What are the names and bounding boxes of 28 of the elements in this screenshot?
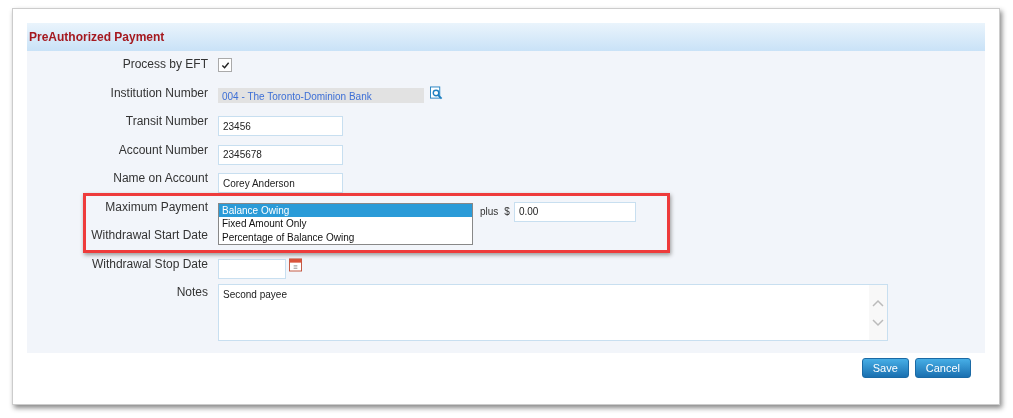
- currency-label: $: [504, 205, 510, 217]
- institution-field: 004 - The Toronto-Dominion Bank: [218, 87, 424, 103]
- plus-label: plus: [480, 205, 499, 217]
- notes-text: Second payee: [222, 288, 287, 302]
- text-field[interactable]: 23456: [218, 116, 343, 136]
- dropdown-option[interactable]: Fixed Amount Only: [219, 217, 472, 231]
- dropdown-option[interactable]: Percentage of Balance Owing: [219, 230, 472, 244]
- panel-title: PreAuthorized Payment: [29, 30, 165, 44]
- field-label: Notes: [175, 284, 208, 299]
- text-field[interactable]: 2345678: [218, 144, 343, 165]
- field-label: Name on Account: [112, 170, 208, 185]
- amount-field[interactable]: 0.00: [513, 201, 636, 222]
- checkbox[interactable]: [218, 58, 232, 72]
- search-icon[interactable]: [430, 85, 443, 100]
- calendar-icon[interactable]: [289, 256, 302, 272]
- field-label: Transit Number: [124, 113, 208, 128]
- field-label: Account Number: [117, 141, 208, 157]
- field-label: Maximum Payment: [104, 198, 208, 214]
- action-button[interactable]: Save: [861, 358, 909, 378]
- dropdown-list[interactable]: Balance Owing Fixed Amount Only Percentage of Balance Owing: [218, 202, 473, 245]
- field-label: Institution Number: [109, 84, 208, 100]
- field-label: Process by EFT: [121, 56, 208, 71]
- field-label: Withdrawal Start Date: [90, 227, 208, 242]
- action-button[interactable]: Cancel: [914, 358, 971, 378]
- checkmark-icon: [220, 60, 230, 70]
- text-field[interactable]: Corey Anderson: [218, 173, 343, 193]
- field-label: Withdrawal Stop Date: [90, 255, 208, 271]
- date-field[interactable]: [218, 258, 286, 279]
